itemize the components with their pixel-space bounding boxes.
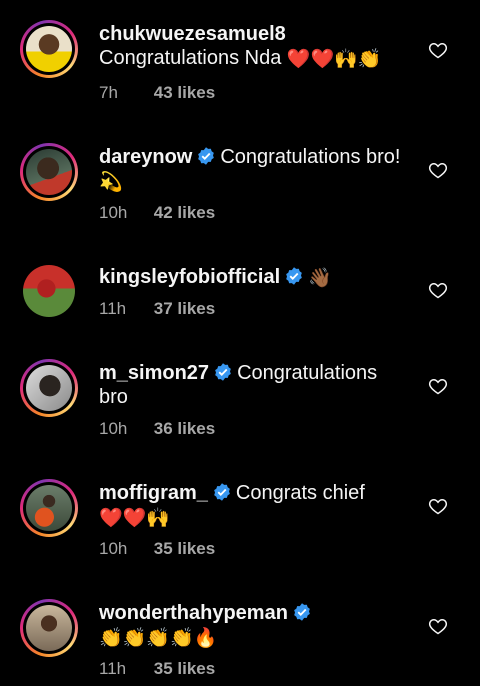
comment-text: Congratulations Nda: [99, 47, 282, 69]
comment-username[interactable]: wonderthahypeman: [99, 602, 288, 624]
heart-outline-icon[interactable]: [428, 376, 448, 396]
verified-badge-icon: [214, 483, 230, 501]
comment-likes-count[interactable]: 43 likes: [154, 83, 215, 102]
heart-outline-icon[interactable]: [428, 40, 448, 60]
avatar[interactable]: [20, 262, 78, 320]
comment-emojis: 💫: [99, 172, 123, 193]
avatar[interactable]: [20, 479, 78, 537]
comment-emojis: ❤️❤️🙌👏: [286, 49, 382, 70]
comment-timestamp: 11h: [99, 659, 127, 678]
comment-username[interactable]: m_simon27: [99, 362, 209, 384]
avatar[interactable]: [20, 599, 78, 657]
comment-likes-count[interactable]: 37 likes: [154, 299, 215, 318]
avatar[interactable]: [20, 20, 78, 78]
comment-text: Congrats chief: [235, 482, 365, 504]
comment-username[interactable]: chukwuezesamuel8: [99, 23, 286, 45]
comment-timestamp: 10h: [99, 539, 128, 558]
verified-badge-icon: [286, 267, 302, 285]
comment-likes-count[interactable]: 35 likes: [154, 659, 215, 678]
comment-username[interactable]: kingsleyfobiofficial: [99, 266, 280, 288]
comment-text: Congratulations bro!: [220, 146, 401, 168]
avatar[interactable]: [20, 143, 78, 201]
comment-username[interactable]: moffigram_: [99, 482, 208, 504]
verified-badge-icon: [215, 363, 231, 381]
comment-timestamp: 7h: [99, 83, 118, 102]
verified-badge-icon: [294, 603, 310, 621]
comment-likes-count[interactable]: 36 likes: [154, 419, 215, 438]
heart-outline-icon[interactable]: [428, 160, 448, 180]
comment-emojis: ❤️❤️🙌: [99, 508, 170, 529]
comment-likes-count[interactable]: 42 likes: [154, 203, 215, 222]
comment-timestamp: 10h: [99, 203, 128, 222]
avatar[interactable]: [20, 359, 78, 417]
heart-outline-icon[interactable]: [428, 280, 448, 300]
heart-outline-icon[interactable]: [428, 496, 448, 516]
comment-likes-count[interactable]: 35 likes: [154, 539, 215, 558]
comment-timestamp: 11h: [99, 299, 127, 318]
verified-badge-icon: [198, 147, 215, 165]
comment-username[interactable]: dareynow: [99, 146, 192, 168]
comment-emojis: 👋🏾: [308, 268, 332, 289]
comment-emojis: 👏👏👏👏🔥: [99, 628, 218, 649]
comment-timestamp: 10h: [99, 419, 128, 438]
heart-outline-icon[interactable]: [428, 616, 448, 636]
